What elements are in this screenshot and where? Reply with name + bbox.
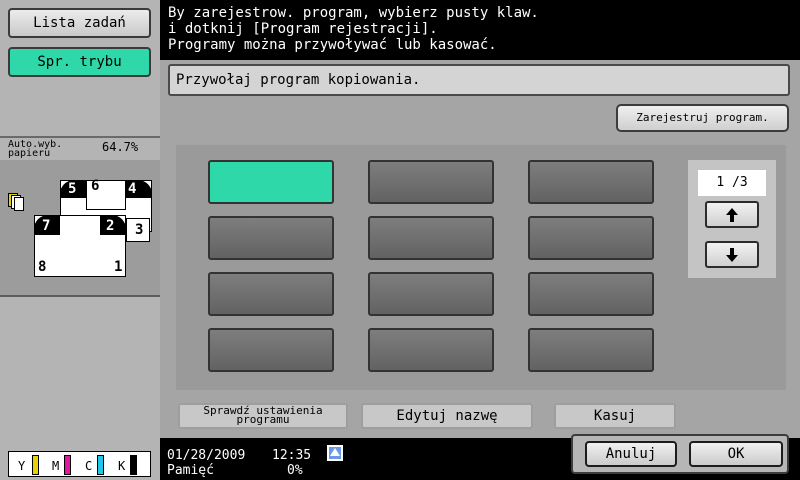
program-slot[interactable]	[208, 216, 334, 260]
program-slot[interactable]	[528, 272, 654, 316]
instruction-message: By zarejestrow. program, wybierz pusty k…	[168, 5, 539, 53]
program-slot[interactable]	[368, 216, 494, 260]
status-time: 12:35	[272, 448, 312, 463]
program-slot[interactable]	[368, 272, 494, 316]
program-slot[interactable]	[528, 216, 654, 260]
program-slot[interactable]	[208, 272, 334, 316]
status-date: 01/28/2009	[167, 448, 246, 463]
panel-title: Przywołaj program kopiowania.	[168, 64, 790, 96]
page-up-button[interactable]	[705, 201, 759, 228]
auto-paper-line2: papieru	[8, 148, 51, 159]
toner-label: C	[85, 459, 93, 473]
preview-number: 5	[68, 181, 77, 197]
job-list-button[interactable]: Lista zadań	[8, 8, 151, 38]
preview-number: 1	[114, 259, 123, 275]
toner-status: Y M C K	[8, 451, 151, 477]
edit-name-button[interactable]: Edytuj nazwę	[361, 403, 533, 429]
check-program-settings-button[interactable]: Sprawdź ustawienia programu	[178, 403, 348, 429]
program-slot[interactable]	[368, 328, 494, 372]
page-indicator: 1 /3	[698, 170, 766, 196]
arrow-up-icon	[726, 208, 738, 222]
preview-number: 2	[106, 218, 115, 234]
register-program-button[interactable]: Zarejestruj program.	[616, 104, 789, 132]
preview-number: 8	[38, 259, 47, 275]
copy-stack-icon	[8, 193, 28, 217]
preview-number: 7	[42, 218, 51, 234]
cancel-button[interactable]: Anuluj	[585, 441, 677, 467]
zoom-value: 64.7%	[102, 140, 139, 154]
preview-number: 6	[91, 178, 100, 194]
memory-label: Pamięć	[167, 463, 214, 478]
auto-paper-label: Auto.wyb. papieru	[8, 140, 98, 159]
message-line: i dotknij [Program rejestracji].	[168, 21, 438, 37]
program-slot[interactable]	[528, 328, 654, 372]
preview-number: 4	[128, 181, 137, 197]
arrow-down-icon	[726, 248, 738, 262]
message-line: Programy można przywoływać lub kasować.	[168, 37, 497, 53]
toner-label: K	[118, 459, 126, 473]
status-bar: 01/28/2009 12:35 Pamięć 0%	[160, 440, 570, 480]
message-line: By zarejestrow. program, wybierz pusty k…	[168, 5, 539, 21]
delete-button[interactable]: Kasuj	[554, 403, 676, 429]
program-slot[interactable]	[528, 160, 654, 204]
toner-bar	[64, 455, 71, 475]
network-icon	[327, 445, 343, 461]
program-slot[interactable]	[208, 328, 334, 372]
toner-bar	[130, 455, 137, 475]
left-divider	[0, 136, 160, 138]
program-slot[interactable]	[368, 160, 494, 204]
toner-label: M	[52, 459, 60, 473]
page-down-button[interactable]	[705, 241, 759, 268]
mode-check-button[interactable]: Spr. trybu	[8, 47, 151, 77]
toner-bar	[32, 455, 39, 475]
toner-bar	[97, 455, 104, 475]
memory-value: 0%	[287, 463, 303, 478]
preview-number: 3	[135, 222, 144, 238]
toner-label: Y	[18, 459, 26, 473]
program-slot[interactable]	[208, 160, 334, 204]
ok-button[interactable]: OK	[689, 441, 783, 467]
preview-divider	[0, 295, 160, 297]
